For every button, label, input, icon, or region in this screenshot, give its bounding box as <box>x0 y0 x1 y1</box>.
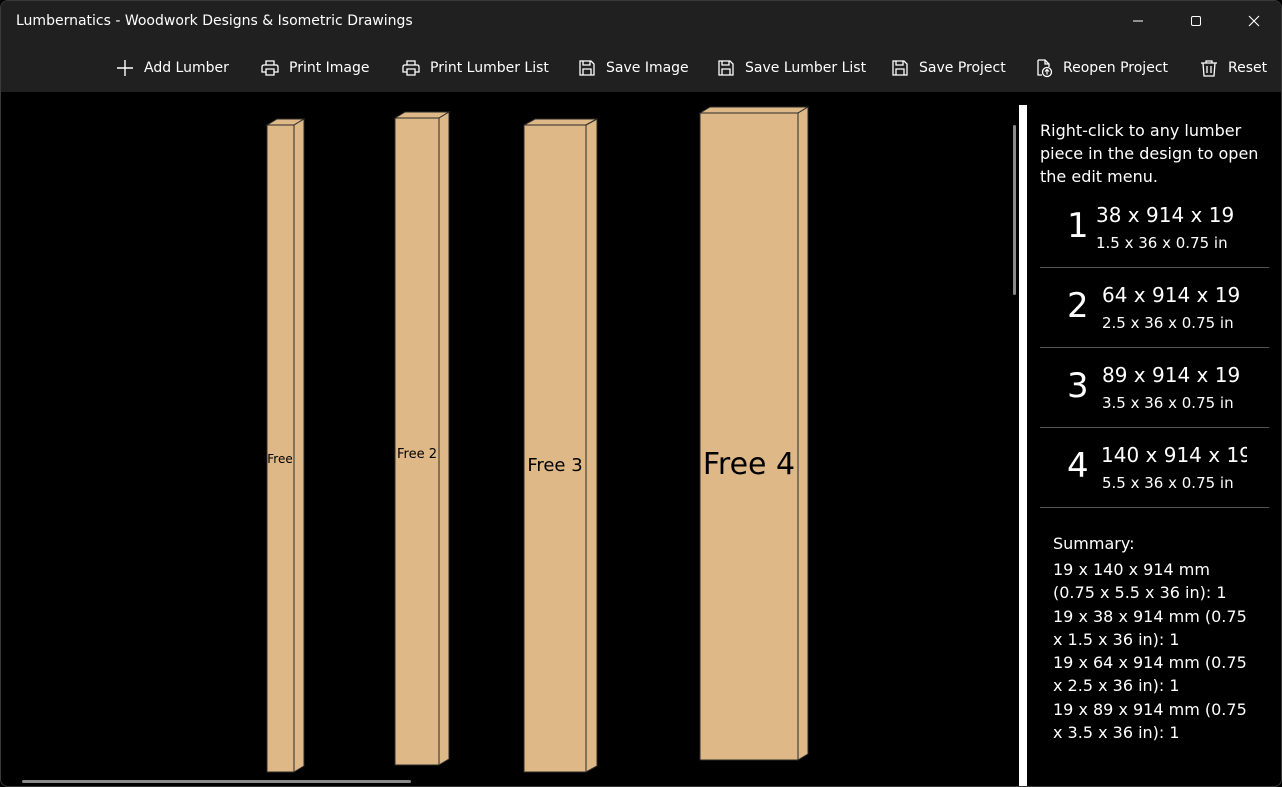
lumber-item-number: 3 <box>1067 366 1089 406</box>
maximize-icon <box>1191 16 1201 26</box>
print-image-button[interactable]: Print Image <box>260 55 370 81</box>
lumber-item-inches: 1.5 x 36 x 0.75 in <box>1096 234 1228 252</box>
save-project-button[interactable]: Save Project <box>890 55 1006 81</box>
lumber-piece-1[interactable]: Free <box>265 118 306 773</box>
save-icon <box>579 60 595 76</box>
summary-line: 19 x 140 x 914 mm (0.75 x 5.5 x 36 in): … <box>1053 560 1227 603</box>
add-lumber-button[interactable]: Add Lumber <box>115 55 229 81</box>
lumber-piece-4-side <box>797 106 809 761</box>
pane-divider[interactable] <box>1019 105 1027 786</box>
save-lumber-list-button[interactable]: Save Lumber List <box>716 55 866 81</box>
summary-line: 19 x 38 x 914 mm (0.75 x 1.5 x 36 in): 1 <box>1053 606 1247 649</box>
plus-icon <box>117 60 133 76</box>
lumber-piece-3-top <box>523 118 598 126</box>
lumber-list-pane: Right-click to any lumber piece in the d… <box>1027 105 1281 786</box>
lumber-item-mm: 140 x 914 x 19 mm <box>1101 443 1247 467</box>
lumber-list-item[interactable]: 3 89 x 914 x 19 mm 3.5 x 36 x 0.75 in <box>1040 348 1269 428</box>
lumber-list-item[interactable]: 1 38 x 914 x 19 mm 1.5 x 36 x 0.75 in <box>1040 188 1269 268</box>
summary-line: 19 x 89 x 914 mm (0.75 x 3.5 x 36 in): 1 <box>1053 699 1247 743</box>
save-icon <box>718 60 734 76</box>
maximize-button[interactable] <box>1167 1 1225 41</box>
print-lumber-list-button[interactable]: Print Lumber List <box>401 55 549 81</box>
design-canvas[interactable]: Free Free 2 Free 3 Free 4 <box>1 92 1018 786</box>
lumber-item-mm: 38 x 914 x 19 mm <box>1096 203 1242 227</box>
canvas-vertical-scrollbar[interactable] <box>1013 125 1016 295</box>
save-lumber-list-label: Save Lumber List <box>745 60 867 76</box>
lumber-piece-4-label: Free 4 <box>703 447 795 482</box>
reopen-project-label: Reopen Project <box>1063 60 1168 76</box>
lumber-item-inches: 2.5 x 36 x 0.75 in <box>1102 314 1234 332</box>
lumber-piece-2[interactable]: Free 2 <box>393 111 451 766</box>
lumber-piece-2-side <box>438 111 450 766</box>
save-image-button[interactable]: Save Image <box>577 55 689 81</box>
lumber-piece-3-front <box>523 124 587 773</box>
lumber-piece-2-front <box>394 117 440 766</box>
summary-list: 19 x 140 x 914 mm (0.75 x 5.5 x 36 in): … <box>1053 558 1253 744</box>
lumber-item-inches: 5.5 x 36 x 0.75 in <box>1102 474 1234 492</box>
lumber-piece-4-front <box>699 112 799 761</box>
printer-icon <box>402 60 420 76</box>
close-icon <box>1248 15 1260 27</box>
lumber-piece-3[interactable]: Free 3 <box>523 118 598 773</box>
lumber-piece-2-label: Free 2 <box>397 447 437 462</box>
canvas-horizontal-scrollbar[interactable] <box>22 780 411 783</box>
trash-icon <box>1201 60 1217 77</box>
lumber-list-item[interactable]: 4 140 x 914 x 19 mm 5.5 x 36 x 0.75 in <box>1040 428 1269 508</box>
print-lumber-list-label: Print Lumber List <box>430 60 549 76</box>
lumber-item-number: 4 <box>1067 446 1089 486</box>
lumber-item-number: 1 <box>1067 206 1089 246</box>
lumber-piece-1-label: Free <box>267 452 292 466</box>
isometric-drawing: Free Free 2 Free 3 Free 4 <box>265 106 810 773</box>
lumber-piece-1-side <box>293 118 305 773</box>
reopen-icon <box>1037 59 1053 78</box>
window-title: Lumbernatics - Woodwork Designs & Isomet… <box>16 13 413 29</box>
reset-button[interactable]: Reset <box>1199 55 1267 81</box>
lumber-piece-3-label: Free 3 <box>527 455 582 476</box>
lumber-item-mm: 89 x 914 x 19 mm <box>1102 363 1248 387</box>
lumber-piece-4-top <box>698 106 810 114</box>
minimize-button[interactable] <box>1109 1 1167 41</box>
close-button[interactable] <box>1225 1 1281 41</box>
print-image-label: Print Image <box>289 60 370 76</box>
lumber-list-item[interactable]: 2 64 x 914 x 19 mm 2.5 x 36 x 0.75 in <box>1040 268 1269 348</box>
lumber-item-mm: 64 x 914 x 19 mm <box>1102 283 1248 307</box>
lumber-item-inches: 3.5 x 36 x 0.75 in <box>1102 394 1234 412</box>
summary-line: 19 x 64 x 914 mm (0.75 x 2.5 x 36 in): 1 <box>1053 653 1247 696</box>
app-window: Lumbernatics - Woodwork Designs & Isomet… <box>0 0 1282 787</box>
save-icon <box>892 60 908 76</box>
lumber-piece-3-side <box>585 118 598 773</box>
printer-icon <box>261 60 279 76</box>
save-image-label: Save Image <box>606 60 689 76</box>
lumber-piece-1-front <box>266 124 295 773</box>
save-project-label: Save Project <box>919 60 1006 76</box>
lumber-item-number: 2 <box>1067 286 1089 326</box>
add-lumber-label: Add Lumber <box>144 60 229 76</box>
minimize-icon <box>1133 20 1143 22</box>
reopen-project-button[interactable]: Reopen Project <box>1034 55 1168 81</box>
title-bar[interactable]: Lumbernatics - Woodwork Designs & Isomet… <box>1 1 1281 43</box>
command-bar: Add Lumber Print Image Print Lumber List… <box>1 43 1281 92</box>
reset-label: Reset <box>1228 60 1268 76</box>
edit-hint-text: Right-click to any lumber piece in the d… <box>1040 121 1259 186</box>
lumber-piece-4[interactable]: Free 4 <box>698 106 810 761</box>
summary-title: Summary: <box>1053 534 1135 553</box>
